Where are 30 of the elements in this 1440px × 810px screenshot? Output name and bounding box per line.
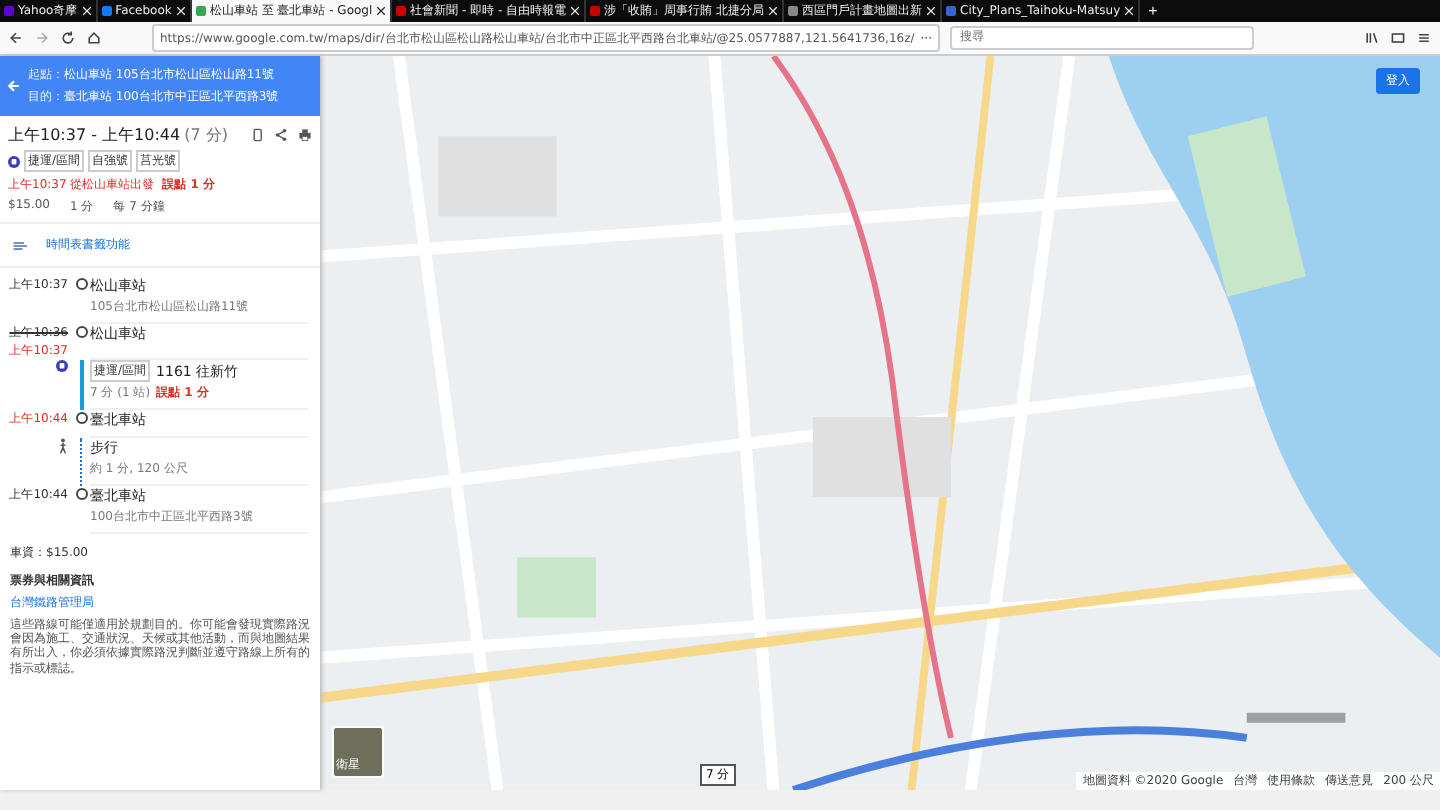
stop-icon <box>75 412 87 424</box>
trip-duration: (7 分) <box>184 124 228 146</box>
sidebar-icon[interactable] <box>1390 30 1406 46</box>
favicon-icon <box>4 6 14 16</box>
favicon-icon <box>101 6 112 16</box>
favicon-icon <box>788 6 799 16</box>
train-icon <box>56 360 68 372</box>
walking-icon <box>58 438 68 454</box>
trip-time: 上午10:37 - 上午10:44 <box>8 124 181 146</box>
back-icon[interactable] <box>8 30 24 46</box>
library-icon[interactable] <box>1364 30 1380 46</box>
print-icon[interactable] <box>298 128 312 142</box>
new-tab-button[interactable]: + <box>1140 0 1166 22</box>
stop-icon <box>75 488 87 500</box>
close-icon[interactable] <box>376 6 387 16</box>
stop-icon <box>75 326 87 338</box>
favicon-icon <box>946 6 957 16</box>
favicon-icon <box>590 6 601 16</box>
share-icon[interactable] <box>274 128 288 142</box>
walking-line <box>80 438 82 486</box>
home-icon[interactable] <box>86 30 102 46</box>
schedule-icon <box>12 239 30 251</box>
favicon-icon <box>195 6 206 16</box>
route-line <box>79 360 83 410</box>
reload-icon[interactable] <box>60 30 76 46</box>
menu-icon[interactable] <box>1416 30 1432 46</box>
train-icon <box>8 155 20 167</box>
favicon-icon <box>396 6 407 16</box>
stop-icon <box>75 278 87 290</box>
phone-icon[interactable] <box>250 128 264 142</box>
